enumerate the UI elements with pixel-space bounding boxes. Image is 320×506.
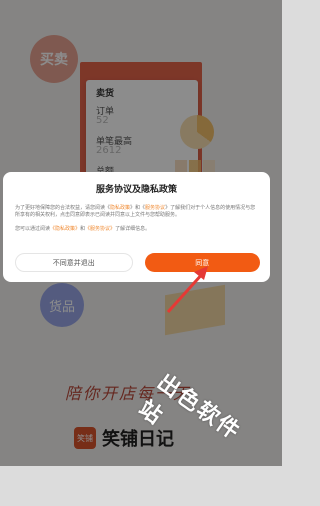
- pointer-arrow-icon: [166, 266, 208, 314]
- privacy-policy-link-2[interactable]: 《隐私政策》: [50, 226, 80, 232]
- dialog-buttons: 不同意并退出 同意: [15, 253, 260, 272]
- dialog-title: 服务协议及隐私政策: [95, 185, 177, 195]
- dialog-paragraph-1: 为了更好地保障您的合法权益，请您阅读《隐私政策》和《服务协议》了解我们对于个人信…: [15, 205, 258, 220]
- para1-prefix: 为了更好地保障您的合法权益，请您阅读《: [15, 205, 111, 211]
- dialog-body: 为了更好地保障您的合法权益，请您阅读《隐私政策》和《服务协议》了解我们对于个人信…: [15, 205, 258, 233]
- para2-prefix: 您可以通过阅读: [15, 225, 51, 232]
- service-agreement-link-2[interactable]: 《服务协议》: [85, 226, 115, 232]
- service-agreement-link[interactable]: 服务协议: [145, 205, 165, 211]
- privacy-policy-link[interactable]: 隐私政策: [110, 205, 130, 211]
- para1-mid: 》和《: [130, 205, 146, 211]
- dialog-paragraph-2: 您可以通过阅读《隐私政策》和《服务协议》了解详细信息。: [15, 226, 258, 233]
- privacy-dialog: 服务协议及隐私政策 为了更好地保障您的合法权益，请您阅读《隐私政策》和《服务协议…: [3, 172, 270, 282]
- decline-exit-button[interactable]: 不同意并退出: [15, 253, 133, 272]
- para2-suffix: 了解详细信息。: [115, 225, 151, 232]
